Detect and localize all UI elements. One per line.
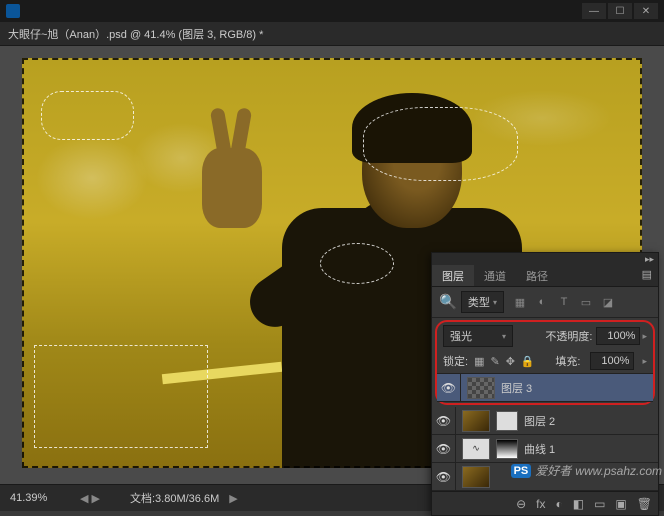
trash-icon[interactable]: 🗑 <box>637 497 652 511</box>
fill-input[interactable]: 100% <box>590 352 634 370</box>
selection-region <box>41 91 134 140</box>
watermark-text: 爱好者 <box>535 462 571 479</box>
window-controls: — ☐ ✕ <box>582 3 658 19</box>
link-layers-icon[interactable]: ⊖ <box>516 497 526 511</box>
zoom-level[interactable]: 41.39% <box>10 492 70 504</box>
highlight-annotation: 强光▾ 不透明度: 100% ▸ 锁定: ▦ ✎ ✥ 🔒 填充: 100% ▸ … <box>435 320 655 405</box>
watermark-badge: PS <box>511 464 532 478</box>
visibility-toggle[interactable]: 👁 <box>432 463 456 490</box>
watermark: PS 爱好者 www.psahz.com <box>511 462 662 479</box>
layers-list: 👁 图层 3 <box>437 374 653 402</box>
layer-thumb[interactable] <box>467 377 495 399</box>
group-icon[interactable]: ▭ <box>594 497 605 511</box>
visibility-toggle[interactable]: 👁 <box>432 407 456 434</box>
new-layer-icon[interactable]: ▣ <box>615 497 626 511</box>
doc-info-arrow[interactable]: ▶ <box>229 492 237 505</box>
layer-name[interactable]: 图层 2 <box>524 413 555 429</box>
minimize-button[interactable]: — <box>582 3 606 19</box>
lock-transparent-icon[interactable]: ▦ <box>474 355 484 368</box>
filter-adjust-icon[interactable]: ◐ <box>535 295 549 309</box>
filter-text-icon[interactable]: T <box>557 295 571 309</box>
lock-position-icon[interactable]: ✥ <box>506 355 515 368</box>
layer-thumb[interactable] <box>462 410 490 432</box>
maximize-button[interactable]: ☐ <box>608 3 632 19</box>
selection-region <box>34 345 208 448</box>
document-tab[interactable]: 大眼仔~旭（Anan）.psd @ 41.4% (图层 3, RGB/8) * <box>0 22 664 46</box>
filter-shape-icon[interactable]: ▭ <box>579 295 593 309</box>
layer-thumb[interactable] <box>462 466 490 488</box>
panel-menu-icon[interactable]: ▤ <box>636 265 658 286</box>
mask-thumb[interactable] <box>496 411 518 431</box>
close-button[interactable]: ✕ <box>634 3 658 19</box>
fill-label: 填充: <box>555 353 580 369</box>
layer-thumb[interactable]: ∿ <box>462 438 490 460</box>
collapse-icon[interactable]: ▸▸ <box>645 254 654 265</box>
layer-row[interactable]: 👁 ∿ 曲线 1 <box>432 435 658 463</box>
selection-region <box>363 107 518 181</box>
tab-channels[interactable]: 通道 <box>474 265 516 286</box>
panel-topbar: ▸▸ <box>432 253 658 265</box>
lock-all-icon[interactable]: 🔒 <box>521 355 535 368</box>
layer-filter-row: 🔍 类型 ▾ ▦ ◐ T ▭ ◪ <box>432 287 658 318</box>
fill-arrow-icon[interactable]: ▸ <box>642 356 647 367</box>
filter-type-select[interactable]: 类型 ▾ <box>461 291 504 313</box>
opacity-label: 不透明度: <box>545 328 592 344</box>
opacity-input[interactable]: 100% <box>596 327 640 345</box>
watermark-url: www.psahz.com <box>575 464 662 478</box>
app-icon <box>6 4 20 18</box>
tab-paths[interactable]: 路径 <box>516 265 558 286</box>
visibility-toggle[interactable]: 👁 <box>432 435 456 462</box>
lock-pixels-icon[interactable]: ✎ <box>490 355 499 368</box>
layer-name[interactable]: 图层 3 <box>501 380 532 396</box>
visibility-toggle[interactable]: 👁 <box>437 374 461 401</box>
mask-icon[interactable]: ◐ <box>555 497 562 511</box>
lock-row: 锁定: ▦ ✎ ✥ 🔒 填充: 100% ▸ <box>437 349 653 374</box>
adjustment-icon[interactable]: ◧ <box>573 497 584 511</box>
search-icon: 🔍 <box>439 293 457 311</box>
mask-thumb[interactable] <box>496 439 518 459</box>
panel-bottom-toolbar: ⊖ fx ◐ ◧ ▭ ▣ 🗑 <box>432 491 658 515</box>
panel-tabs: 图层 通道 路径 ▤ <box>432 265 658 287</box>
titlebar: — ☐ ✕ <box>0 0 664 22</box>
doc-size: 文档:3.80M/36.6M <box>130 490 219 506</box>
opacity-arrow-icon[interactable]: ▸ <box>642 331 647 342</box>
layer-row[interactable]: 👁 图层 3 <box>437 374 653 402</box>
fx-icon[interactable]: fx <box>536 497 545 511</box>
filter-pixel-icon[interactable]: ▦ <box>513 295 527 309</box>
layer-name[interactable]: 曲线 1 <box>524 441 555 457</box>
selection-region <box>320 243 394 284</box>
lock-label: 锁定: <box>443 353 468 369</box>
layer-row[interactable]: 👁 图层 2 <box>432 407 658 435</box>
zoom-stepper[interactable]: ◀ ▶ <box>80 492 100 505</box>
blend-row: 强光▾ 不透明度: 100% ▸ <box>437 323 653 349</box>
tab-layers[interactable]: 图层 <box>432 265 474 286</box>
blend-mode-select[interactable]: 强光▾ <box>443 325 513 347</box>
filter-smart-icon[interactable]: ◪ <box>601 295 615 309</box>
